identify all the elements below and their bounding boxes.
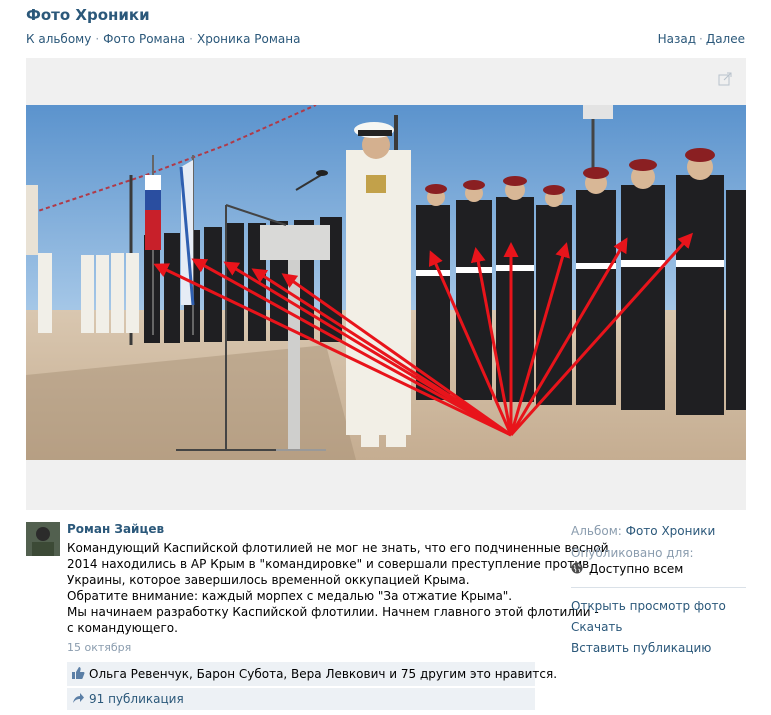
description-line: с командующего.: [67, 621, 178, 635]
open-photo-viewer-link[interactable]: Открыть просмотр фото: [571, 599, 726, 613]
back-link[interactable]: Назад: [658, 32, 696, 46]
next-link[interactable]: Далее: [706, 32, 745, 46]
shares-bar[interactable]: 91 публикация: [67, 688, 535, 710]
author-name[interactable]: Роман Зайцев: [67, 522, 164, 536]
album-label: Альбом:: [571, 524, 622, 538]
breadcrumb-separator: ·: [189, 32, 193, 46]
description-line: Обратите внимание: каждый морпех с медал…: [67, 589, 513, 603]
sidebar-divider: [571, 587, 746, 588]
album-info: Альбом: Фото Хроники: [571, 524, 715, 538]
description-line: 2014 находились в АР Крым в "командировк…: [67, 557, 590, 571]
share-icon[interactable]: [71, 691, 85, 705]
breadcrumb-album[interactable]: К альбому: [26, 32, 91, 46]
breadcrumb: К альбому · Фото Романа · Хроника Романа: [26, 32, 300, 46]
post-date[interactable]: 15 октября: [67, 641, 131, 654]
nav-separator: ·: [699, 32, 703, 46]
globe-icon: [571, 562, 583, 574]
expand-icon[interactable]: [718, 72, 732, 86]
privacy-text: Доступно всем: [589, 562, 684, 576]
embed-post-link[interactable]: Вставить публикацию: [571, 641, 711, 655]
description-line: Командующий Каспийской флотилией не мог …: [67, 541, 609, 555]
avatar[interactable]: [26, 522, 60, 556]
description-line: Украины, которое завершилось временной о…: [67, 573, 470, 587]
like-thumb-icon[interactable]: [71, 666, 85, 680]
published-for-label: Опубликовано для:: [571, 546, 694, 560]
breadcrumb-user-photos[interactable]: Фото Романа: [103, 32, 185, 46]
likes-bar[interactable]: Ольга Ревенчук, Барон Субота, Вера Левко…: [67, 662, 557, 686]
photo[interactable]: [26, 105, 746, 460]
page-title: Фото Хроники: [26, 6, 150, 24]
privacy-setting[interactable]: Доступно всем: [571, 562, 683, 576]
download-link[interactable]: Скачать: [571, 620, 623, 634]
photo-description: Командующий Каспийской флотилией не мог …: [67, 540, 609, 636]
breadcrumb-user-chronicle[interactable]: Хроника Романа: [197, 32, 300, 46]
photo-navigation: Назад · Далее: [658, 32, 745, 46]
album-link[interactable]: Фото Хроники: [626, 524, 716, 538]
shares-count[interactable]: 91 публикация: [89, 692, 184, 706]
photo-viewer: [26, 58, 746, 510]
breadcrumb-separator: ·: [95, 32, 100, 46]
description-line: Мы начинаем разработку Каспийской флотил…: [67, 605, 599, 619]
likes-text[interactable]: Ольга Ревенчук, Барон Субота, Вера Левко…: [89, 667, 557, 681]
avatar-image: [26, 522, 60, 556]
